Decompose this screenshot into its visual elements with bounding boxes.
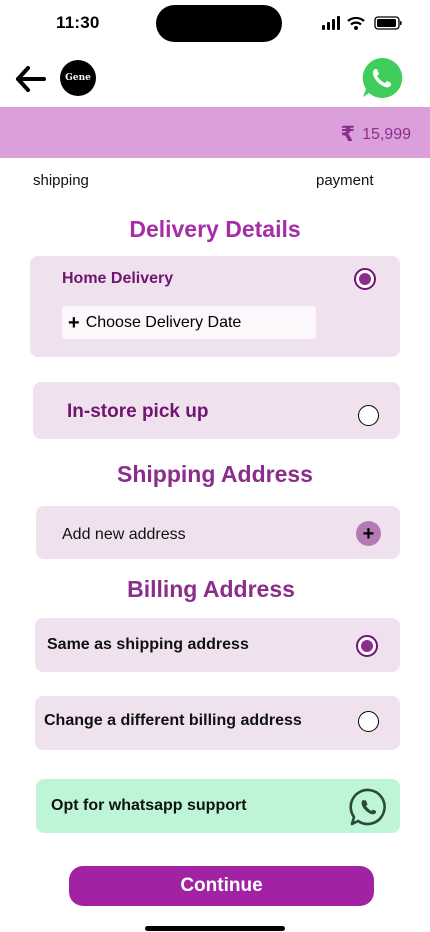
plus-icon: + bbox=[68, 311, 80, 334]
same-as-shipping-radio[interactable] bbox=[356, 635, 378, 657]
plus-icon: + bbox=[362, 522, 375, 545]
choose-delivery-date-label: Choose Delivery Date bbox=[85, 313, 242, 331]
delivery-details-title: Delivery Details bbox=[129, 216, 301, 242]
same-as-shipping-label: Same as shipping address bbox=[47, 636, 249, 653]
in-store-pickup-radio[interactable] bbox=[358, 405, 379, 426]
order-total-amount: 15,999 bbox=[362, 125, 411, 143]
status-icons bbox=[322, 16, 402, 30]
back-button[interactable] bbox=[12, 61, 48, 97]
brand-logo-text: Gene bbox=[65, 73, 91, 83]
add-new-address-label: Add new address bbox=[62, 526, 186, 543]
order-total: ₹ 15,999 bbox=[340, 124, 411, 145]
home-delivery-radio[interactable] bbox=[354, 268, 376, 290]
different-billing-radio[interactable] bbox=[358, 711, 379, 732]
shipping-address-title: Shipping Address bbox=[117, 461, 313, 487]
different-billing-label: Change a different billing address bbox=[44, 712, 302, 729]
brand-logo: Gene bbox=[60, 60, 96, 96]
back-arrow-icon bbox=[16, 66, 46, 92]
dynamic-island bbox=[156, 5, 282, 42]
continue-button[interactable]: Continue bbox=[69, 866, 374, 906]
step-payment[interactable]: payment bbox=[316, 172, 374, 189]
billing-address-title: Billing Address bbox=[127, 576, 295, 602]
whatsapp-icon[interactable] bbox=[348, 787, 390, 827]
choose-delivery-date-button[interactable]: + Choose Delivery Date bbox=[62, 306, 316, 339]
rupee-icon: ₹ bbox=[340, 123, 356, 146]
home-delivery-label: Home Delivery bbox=[62, 270, 174, 287]
step-shipping[interactable]: shipping bbox=[33, 172, 89, 189]
status-time: 11:30 bbox=[56, 13, 100, 32]
home-indicator bbox=[145, 926, 285, 931]
in-store-pickup-label: In-store pick up bbox=[67, 401, 209, 422]
add-address-button[interactable]: + bbox=[356, 521, 381, 546]
whatsapp-support-label: Opt for whatsapp support bbox=[51, 797, 247, 814]
whatsapp-icon[interactable] bbox=[360, 56, 404, 100]
